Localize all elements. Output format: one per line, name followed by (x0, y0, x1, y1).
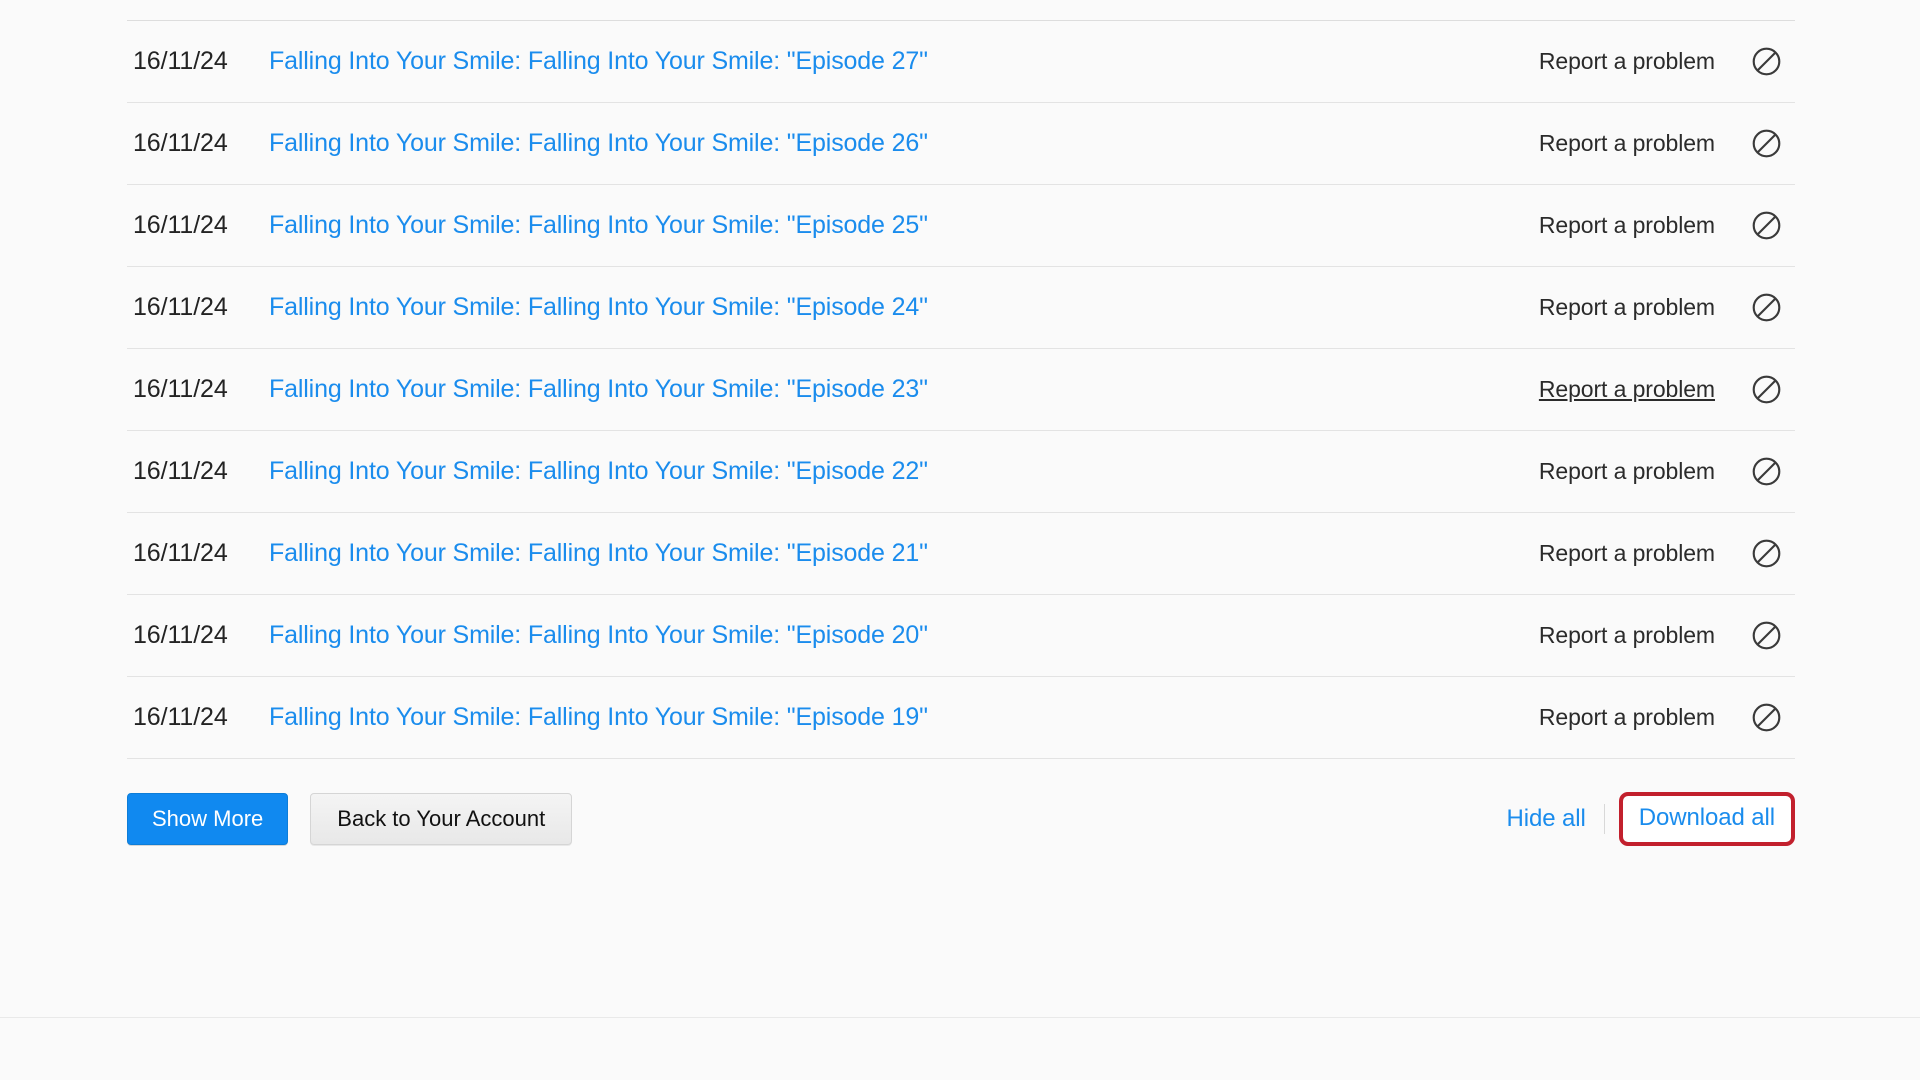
hide-purchase-button[interactable] (1751, 292, 1795, 323)
show-more-button[interactable]: Show More (127, 793, 289, 845)
report-a-problem-link[interactable]: Report a problem (1539, 622, 1715, 649)
purchase-title-link[interactable]: Falling Into Your Smile: Falling Into Yo… (269, 129, 1539, 158)
purchase-title-link[interactable]: Falling Into Your Smile: Falling Into Yo… (269, 211, 1539, 240)
hide-purchase-button[interactable] (1751, 702, 1795, 733)
purchase-date: 16/11/24 (133, 457, 228, 485)
no-entry-icon (1752, 621, 1781, 650)
no-entry-icon (1752, 539, 1781, 568)
report-a-problem-link[interactable]: Report a problem (1539, 704, 1715, 731)
link-separator (1603, 804, 1605, 834)
purchase-title-link[interactable]: Falling Into Your Smile: Falling Into Yo… (269, 539, 1539, 568)
table-row: 16/11/24 Falling Into Your Smile: Falling… (127, 348, 1795, 430)
table-row: 16/11/24 Falling Into Your Smile: Falling… (127, 184, 1795, 266)
bulk-action-links: Hide all Download all (1507, 792, 1795, 846)
hide-purchase-button[interactable] (1751, 128, 1795, 159)
report-a-problem-link[interactable]: Report a problem (1539, 212, 1715, 239)
purchase-history-table: 16/11/24 Falling Into Your Smile: Falling… (127, 20, 1795, 759)
purchase-date: 16/11/24 (133, 47, 228, 75)
purchase-history-page: 16/11/24 Falling Into Your Smile: Falling… (0, 0, 1920, 1080)
hide-purchase-button[interactable] (1751, 456, 1795, 487)
table-row: 16/11/24 Falling Into Your Smile: Falling… (127, 102, 1795, 184)
hide-purchase-button[interactable] (1751, 46, 1795, 77)
table-row: 16/11/24 Falling Into Your Smile: Falling… (127, 512, 1795, 594)
no-entry-icon (1752, 457, 1781, 486)
no-entry-icon (1752, 293, 1781, 322)
purchase-date: 16/11/24 (133, 539, 228, 567)
purchase-date: 16/11/24 (133, 211, 228, 239)
report-a-problem-link[interactable]: Report a problem (1539, 294, 1715, 321)
hide-purchase-button[interactable] (1751, 374, 1795, 405)
hide-all-link[interactable]: Hide all (1507, 805, 1586, 833)
purchase-title-link[interactable]: Falling Into Your Smile: Falling Into Yo… (269, 375, 1539, 404)
report-a-problem-link[interactable]: Report a problem (1539, 458, 1715, 485)
hide-purchase-button[interactable] (1751, 210, 1795, 241)
no-entry-icon (1752, 375, 1781, 404)
report-a-problem-link[interactable]: Report a problem (1539, 376, 1715, 403)
action-bar: Show More Back to Your Account Hide all … (127, 792, 1795, 846)
purchase-date: 16/11/24 (133, 375, 228, 403)
purchase-title-link[interactable]: Falling Into Your Smile: Falling Into Yo… (269, 621, 1539, 650)
page-bottom-divider (0, 1017, 1920, 1018)
table-row: 16/11/24 Falling Into Your Smile: Falling… (127, 676, 1795, 758)
purchase-date: 16/11/24 (133, 293, 228, 321)
report-a-problem-link[interactable]: Report a problem (1539, 130, 1715, 157)
purchase-title-link[interactable]: Falling Into Your Smile: Falling Into Yo… (269, 703, 1539, 732)
report-a-problem-link[interactable]: Report a problem (1539, 540, 1715, 567)
hide-purchase-button[interactable] (1751, 538, 1795, 569)
no-entry-icon (1752, 703, 1781, 732)
download-all-link[interactable]: Download all (1639, 804, 1775, 832)
table-row: 16/11/24 Falling Into Your Smile: Falling… (127, 594, 1795, 676)
no-entry-icon (1752, 211, 1781, 240)
purchase-title-link[interactable]: Falling Into Your Smile: Falling Into Yo… (269, 457, 1539, 486)
purchase-title-link[interactable]: Falling Into Your Smile: Falling Into Yo… (269, 47, 1539, 76)
purchase-title-link[interactable]: Falling Into Your Smile: Falling Into Yo… (269, 293, 1539, 322)
purchase-date: 16/11/24 (133, 703, 228, 731)
purchase-date: 16/11/24 (133, 129, 228, 157)
back-to-your-account-button[interactable]: Back to Your Account (310, 793, 573, 845)
no-entry-icon (1752, 129, 1781, 158)
table-row: 16/11/24 Falling Into Your Smile: Falling… (127, 266, 1795, 348)
no-entry-icon (1752, 47, 1781, 76)
purchase-date: 16/11/24 (133, 621, 228, 649)
table-bottom-divider (127, 758, 1795, 759)
hide-purchase-button[interactable] (1751, 620, 1795, 651)
download-all-highlight: Download all (1618, 792, 1795, 846)
report-a-problem-link[interactable]: Report a problem (1539, 48, 1715, 75)
table-row: 16/11/24 Falling Into Your Smile: Falling… (127, 20, 1795, 102)
table-row: 16/11/24 Falling Into Your Smile: Falling… (127, 430, 1795, 512)
